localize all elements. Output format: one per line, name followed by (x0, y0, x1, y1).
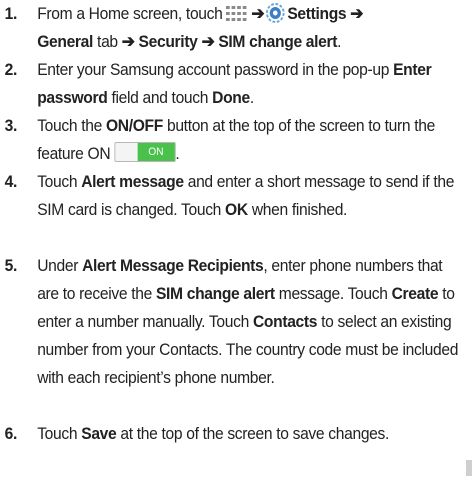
step-text: Touch Save at the top of the screen to s… (37, 424, 390, 443)
step-number: 3. (4, 116, 18, 135)
step-text: Enter your Samsung account password in t… (37, 60, 432, 107)
step-number: 5. (4, 256, 18, 275)
step-5: 5. Under Alert Message Recipients, enter… (0, 252, 467, 420)
instruction-list: 1. From a Home screen, touch ➔ Settings ➔ G… (0, 0, 472, 448)
step-text: Touch Alert message and enter a short me… (37, 172, 455, 219)
scroll-indicator (466, 460, 472, 476)
step-number: 4. (4, 172, 18, 191)
step-number: 2. (4, 60, 18, 79)
toggle-on-label: ON (137, 143, 175, 161)
step-text: Touch the ON/OFF button at the top of th… (37, 116, 435, 163)
step-3: 3. Touch the ON/OFF button at the top of… (0, 112, 467, 168)
step-4: 4. Touch Alert message and enter a short… (0, 168, 467, 252)
settings-gear-icon (265, 3, 285, 23)
step-1: 1. From a Home screen, touch ➔ Settings ➔ G… (0, 0, 467, 56)
step-text: Under Alert Message Recipients, enter ph… (37, 256, 459, 387)
on-off-toggle: ON (114, 142, 176, 162)
step-2: 2. Enter your Samsung account password i… (0, 56, 467, 112)
step-number: 6. (4, 424, 18, 443)
step-number: 1. (4, 4, 18, 23)
step-text: From a Home screen, touch ➔ Settings ➔ Gene… (37, 3, 364, 51)
step-6: 6. Touch Save at the top of the screen t… (0, 420, 467, 448)
apps-grid-icon (226, 6, 247, 21)
